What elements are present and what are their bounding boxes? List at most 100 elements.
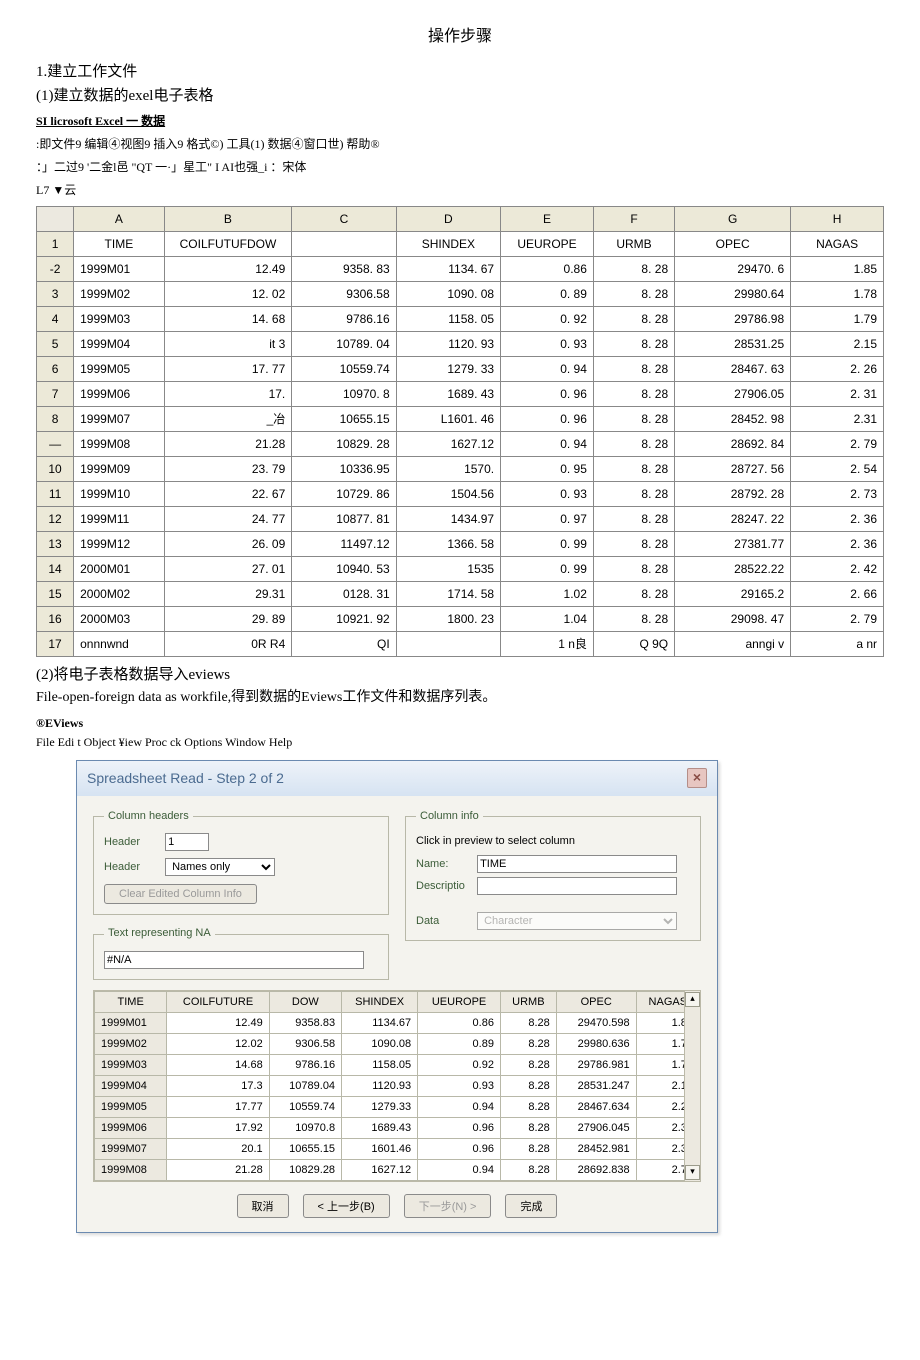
- cell[interactable]: 8. 28: [593, 432, 674, 457]
- cell[interactable]: 1999M04: [74, 332, 165, 357]
- preview-cell[interactable]: 9786.16: [269, 1055, 341, 1076]
- preview-cell[interactable]: 8.28: [500, 1013, 556, 1034]
- cell[interactable]: 0. 96: [501, 382, 594, 407]
- cell[interactable]: 10729. 86: [292, 482, 396, 507]
- cell[interactable]: anngi v: [675, 632, 791, 657]
- preview-cell[interactable]: 1999M06: [95, 1118, 167, 1139]
- row-head[interactable]: 8: [37, 407, 74, 432]
- cell[interactable]: 10336.95: [292, 457, 396, 482]
- cell[interactable]: 8. 28: [593, 532, 674, 557]
- row-head[interactable]: 3: [37, 282, 74, 307]
- preview-cell[interactable]: 10559.74: [269, 1097, 341, 1118]
- cell[interactable]: [396, 632, 500, 657]
- row-head-1[interactable]: 1: [37, 232, 74, 257]
- cell[interactable]: 11497.12: [292, 532, 396, 557]
- col-header-F[interactable]: F: [593, 207, 674, 232]
- cell[interactable]: 1120. 93: [396, 332, 500, 357]
- cell[interactable]: 12. 02: [164, 282, 292, 307]
- cell[interactable]: 0. 89: [501, 282, 594, 307]
- cell[interactable]: 29. 89: [164, 607, 292, 632]
- cell[interactable]: SHINDEX: [396, 232, 500, 257]
- preview-cell[interactable]: 1601.46: [342, 1139, 418, 1160]
- preview-col-OPEC[interactable]: OPEC: [556, 992, 636, 1013]
- col-header-A[interactable]: A: [74, 207, 165, 232]
- preview-cell[interactable]: 0.86: [418, 1013, 501, 1034]
- back-button[interactable]: < 上一步(B): [303, 1194, 390, 1218]
- preview-cell[interactable]: 1279.33: [342, 1097, 418, 1118]
- cell[interactable]: 1999M08: [74, 432, 165, 457]
- cell[interactable]: UEUROPE: [501, 232, 594, 257]
- preview-cell[interactable]: 12.49: [167, 1013, 269, 1034]
- cell[interactable]: 2. 73: [791, 482, 884, 507]
- cell[interactable]: 28247. 22: [675, 507, 791, 532]
- preview-cell[interactable]: 8.28: [500, 1118, 556, 1139]
- cell[interactable]: 1999M01: [74, 257, 165, 282]
- preview-cell[interactable]: 17.77: [167, 1097, 269, 1118]
- cell[interactable]: 29098. 47: [675, 607, 791, 632]
- cell[interactable]: 8. 28: [593, 307, 674, 332]
- cell[interactable]: 27. 01: [164, 557, 292, 582]
- cell[interactable]: 17. 77: [164, 357, 292, 382]
- cell[interactable]: 29980.64: [675, 282, 791, 307]
- column-name-input[interactable]: [477, 855, 677, 873]
- cell[interactable]: [292, 232, 396, 257]
- preview-col-TIME[interactable]: TIME: [95, 992, 167, 1013]
- cell[interactable]: 2. 26: [791, 357, 884, 382]
- cell[interactable]: 1090. 08: [396, 282, 500, 307]
- cell[interactable]: 1.78: [791, 282, 884, 307]
- preview-cell[interactable]: 1999M01: [95, 1013, 167, 1034]
- cell[interactable]: 0.86: [501, 257, 594, 282]
- cell[interactable]: 1.79: [791, 307, 884, 332]
- cell[interactable]: 0. 95: [501, 457, 594, 482]
- col-header-E[interactable]: E: [501, 207, 594, 232]
- preview-cell[interactable]: 0.96: [418, 1118, 501, 1139]
- preview-cell[interactable]: 8.28: [500, 1034, 556, 1055]
- cell[interactable]: 28531.25: [675, 332, 791, 357]
- cell[interactable]: 17.: [164, 382, 292, 407]
- corner-cell[interactable]: [37, 207, 74, 232]
- cell[interactable]: 2. 66: [791, 582, 884, 607]
- cell[interactable]: 1999M10: [74, 482, 165, 507]
- cell[interactable]: 10940. 53: [292, 557, 396, 582]
- cell[interactable]: 8. 28: [593, 357, 674, 382]
- cell[interactable]: 28522.22: [675, 557, 791, 582]
- preview-cell[interactable]: 1999M02: [95, 1034, 167, 1055]
- cell[interactable]: it 3: [164, 332, 292, 357]
- cell[interactable]: COILFUTUFDOW: [164, 232, 292, 257]
- preview-cell[interactable]: 12.02: [167, 1034, 269, 1055]
- preview-col-DOW[interactable]: DOW: [269, 992, 341, 1013]
- row-head[interactable]: 7: [37, 382, 74, 407]
- cell[interactable]: 8. 28: [593, 282, 674, 307]
- cell[interactable]: 1.85: [791, 257, 884, 282]
- row-head[interactable]: 11: [37, 482, 74, 507]
- preview-cell[interactable]: 10970.8: [269, 1118, 341, 1139]
- cell[interactable]: 29.31: [164, 582, 292, 607]
- preview-cell[interactable]: 1999M04: [95, 1076, 167, 1097]
- preview-cell[interactable]: 9358.83: [269, 1013, 341, 1034]
- row-head[interactable]: 10: [37, 457, 74, 482]
- row-head[interactable]: 15: [37, 582, 74, 607]
- cell[interactable]: 0. 96: [501, 407, 594, 432]
- cell[interactable]: 0. 99: [501, 532, 594, 557]
- text-na-input[interactable]: [104, 951, 364, 969]
- cell[interactable]: 23. 79: [164, 457, 292, 482]
- cell[interactable]: 2. 36: [791, 532, 884, 557]
- scroll-down-icon[interactable]: ▾: [685, 1165, 700, 1180]
- finish-button[interactable]: 完成: [505, 1194, 557, 1218]
- preview-cell[interactable]: 29470.598: [556, 1013, 636, 1034]
- header-count-input[interactable]: [165, 833, 209, 851]
- cell[interactable]: 2.31: [791, 407, 884, 432]
- preview-cell[interactable]: 1134.67: [342, 1013, 418, 1034]
- cell[interactable]: 0R R4: [164, 632, 292, 657]
- scroll-up-icon[interactable]: ▴: [685, 992, 700, 1007]
- preview-cell[interactable]: 0.92: [418, 1055, 501, 1076]
- cell[interactable]: 1999M02: [74, 282, 165, 307]
- cell[interactable]: 28467. 63: [675, 357, 791, 382]
- cell[interactable]: 27906.05: [675, 382, 791, 407]
- cell[interactable]: 21.28: [164, 432, 292, 457]
- cell[interactable]: 0. 93: [501, 482, 594, 507]
- cell[interactable]: 10559.74: [292, 357, 396, 382]
- cell[interactable]: 0. 94: [501, 357, 594, 382]
- cell[interactable]: TIME: [74, 232, 165, 257]
- preview-cell[interactable]: 9306.58: [269, 1034, 341, 1055]
